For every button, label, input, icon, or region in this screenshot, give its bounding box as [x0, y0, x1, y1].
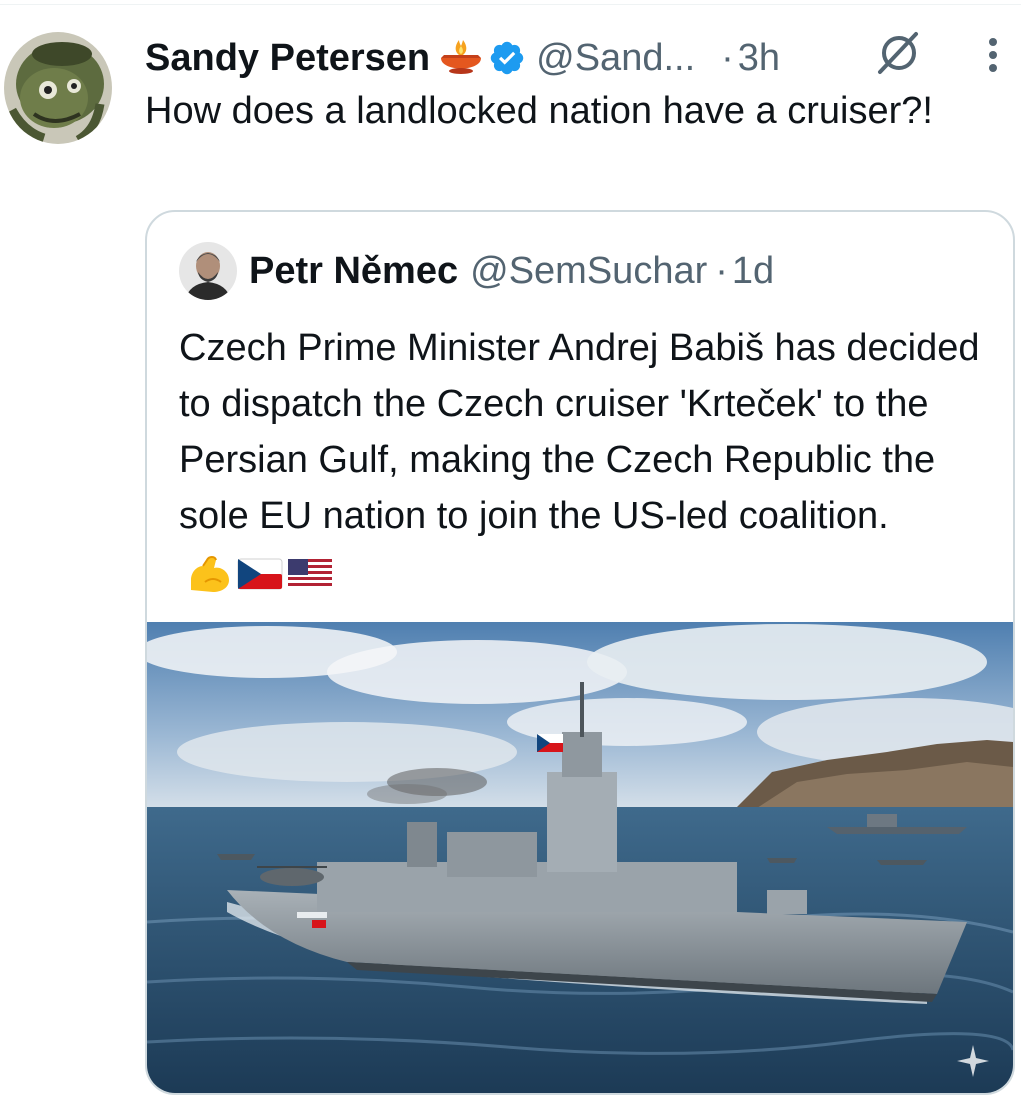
more-options-icon[interactable] [968, 34, 1018, 78]
grok-icon[interactable] [872, 28, 926, 78]
us-flag-icon [288, 558, 332, 589]
quoted-author-name[interactable]: Petr Němec [249, 250, 458, 293]
author-name[interactable]: Sandy Petersen [145, 37, 430, 80]
quoted-tweet[interactable]: Petr Němec @SemSuchar · 1d Czech Prime M… [145, 210, 1015, 1095]
top-divider [0, 4, 1021, 5]
quoted-timestamp[interactable]: 1d [732, 250, 774, 293]
czech-flag-icon [237, 558, 283, 590]
timestamp[interactable]: 3h [738, 37, 780, 80]
emoji-row [187, 554, 333, 594]
tweet-text: How does a landlocked nation have a crui… [145, 90, 933, 132]
warship-photo-art [147, 622, 1013, 1093]
diya-lamp-icon [438, 38, 484, 78]
author-handle[interactable]: @Sand... [536, 37, 695, 80]
quoted-tweet-header: Petr Němec @SemSuchar · 1d [179, 242, 774, 300]
quoted-author-handle[interactable]: @SemSuchar [470, 250, 707, 293]
avatar[interactable] [4, 32, 112, 144]
quoted-tweet-text: Czech Prime Minister Andrej Babiš has de… [179, 327, 980, 537]
sparkle-icon[interactable] [955, 1043, 991, 1079]
quoted-tweet-text-block: Czech Prime Minister Andrej Babiš has de… [179, 320, 999, 600]
quoted-avatar[interactable] [179, 242, 237, 300]
avatar-image [4, 32, 112, 144]
verified-badge-icon [488, 39, 526, 77]
quoted-avatar-image [179, 242, 237, 300]
warship-photo[interactable] [147, 622, 1013, 1093]
separator-dot: · [721, 36, 734, 79]
flexed-biceps-icon [191, 555, 229, 592]
tweet-header: Sandy Petersen @Sand... · 3h [145, 30, 780, 86]
quoted-separator-dot: · [715, 249, 728, 292]
